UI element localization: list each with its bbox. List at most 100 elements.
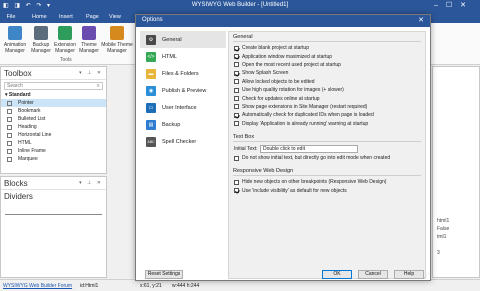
toolbox-item-horizontal-line[interactable]: Horizontal Line	[1, 131, 106, 139]
toolbox-item-pointer[interactable]: Pointer	[1, 99, 106, 107]
mobile-theme-manager-button[interactable]: Mobile Theme Manager	[100, 26, 134, 54]
close-window-button[interactable]: ✕	[460, 2, 474, 9]
options-nav-label: HTML	[162, 53, 177, 60]
forum-link[interactable]: WYSIWYG Web Builder Forum	[3, 283, 72, 289]
checkbox-checked[interactable]	[234, 45, 239, 51]
app-title-bar: ◧ ◨ ↶ ↷ ▾ WYSIWYG Web Builder - [Untitle…	[0, 0, 480, 12]
window-controls[interactable]: –☐✕	[434, 1, 474, 9]
resize-grip-icon[interactable]: ⋰	[424, 273, 429, 279]
checkbox-unchecked[interactable]	[234, 179, 239, 185]
option-checkbox-row[interactable]: Hide new objects on other breakpoints (R…	[229, 178, 425, 186]
textbox-options-list: Do not show initial text, but directly g…	[229, 154, 425, 162]
toolbox-header: Toolbox ▾ ⊥ ✕	[1, 67, 106, 80]
option-checkbox-row[interactable]: Display 'Application is already running'…	[229, 120, 425, 128]
tab-view[interactable]: View	[109, 14, 121, 20]
ribbon-group-tools-label: Tools	[60, 57, 72, 63]
toolbox-item-bulleted-list[interactable]: Bulleted List	[1, 115, 106, 123]
window-icon: ▭	[146, 102, 156, 113]
toolbox-item-label: Horizontal Line	[18, 132, 52, 138]
maximize-button[interactable]: ☐	[446, 2, 460, 9]
blocks-panel: Blocks ▾ ⊥ ✕ Dividers	[0, 176, 107, 278]
cancel-button[interactable]: Cancel	[358, 270, 388, 279]
theme-icon	[82, 26, 96, 40]
checkbox-unchecked[interactable]	[234, 96, 239, 102]
extension-manager-button[interactable]: Extension Manager	[52, 26, 78, 54]
toolbox-search-input[interactable]: Search ⌕	[4, 82, 103, 90]
tab-insert[interactable]: Insert	[59, 14, 73, 20]
checkbox-unchecked[interactable]	[234, 155, 239, 161]
html-icon	[7, 140, 12, 146]
theme-manager-button[interactable]: Theme Manager	[76, 26, 102, 54]
option-label: Application window maximized at startup	[242, 53, 333, 60]
checkbox-unchecked[interactable]	[234, 79, 239, 85]
option-label: Show page extensions in Site Manager (re…	[242, 103, 368, 110]
initial-text-input[interactable]: Double click to edit	[260, 144, 358, 153]
option-checkbox-row[interactable]: Check for updates online at startup	[229, 94, 425, 102]
animation-manager-label: Animation Manager	[3, 42, 27, 54]
toolbox-item-label: Bookmark	[18, 108, 41, 114]
general-options-list: Create blank project at startup Applicati…	[229, 44, 425, 128]
checkbox-checked[interactable]	[234, 112, 239, 118]
toolbox-item-label: Inline Frame	[18, 148, 46, 154]
option-label: Allow locked objects to be edited	[242, 78, 315, 85]
options-nav-general[interactable]: ⚙ General	[140, 31, 226, 48]
checkbox-unchecked[interactable]	[234, 87, 239, 93]
property-value[interactable]: 3	[433, 249, 479, 257]
reset-settings-button[interactable]: Reset Settings	[145, 270, 183, 279]
section-general-label: General	[233, 34, 253, 40]
toolbox-category-standard[interactable]: ▾ Standard	[1, 92, 106, 99]
toolbox-item-heading[interactable]: Heading	[1, 123, 106, 131]
options-nav-backup[interactable]: ▤ Backup	[140, 116, 226, 133]
option-checkbox-row[interactable]: Allow locked objects to be edited	[229, 78, 425, 86]
option-checkbox-row[interactable]: Do not show initial text, but directly g…	[229, 154, 425, 162]
options-nav-spell-checker[interactable]: ABC Spell Checker	[140, 133, 226, 150]
option-checkbox-row[interactable]: Show page extensions in Site Manager (re…	[229, 103, 425, 111]
option-checkbox-row[interactable]: Application window maximized at startup	[229, 52, 425, 60]
checkbox-unchecked[interactable]	[234, 62, 239, 68]
blocks-title: Blocks	[4, 179, 28, 188]
ok-button[interactable]: OK	[322, 270, 352, 279]
close-icon[interactable]: ✕	[418, 16, 424, 24]
option-checkbox-row[interactable]: Automatically check for duplicated IDs w…	[229, 111, 425, 119]
option-label: Open the most recent used project at sta…	[242, 61, 341, 68]
toolbox-item-marquee[interactable]: Marquee	[1, 155, 106, 163]
minimize-button[interactable]: –	[434, 2, 446, 9]
property-value[interactable]: html1	[433, 217, 479, 225]
toolbox-search-placeholder: Search	[7, 83, 23, 89]
option-checkbox-row[interactable]: Open the most recent used project at sta…	[229, 61, 425, 69]
checkbox-checked[interactable]	[234, 188, 239, 194]
options-nav-files-folders[interactable]: ▬ Files & Folders	[140, 65, 226, 82]
tab-file[interactable]: File	[0, 12, 22, 23]
options-category-list: ⚙ General </> HTML ▬ Files & Folders ◉ P…	[140, 31, 226, 281]
tab-page[interactable]: Page	[86, 14, 99, 20]
toolbox-item-inline-frame[interactable]: Inline Frame	[1, 147, 106, 155]
options-nav-user-interface[interactable]: ▭ User Interface	[140, 99, 226, 116]
option-checkbox-row[interactable]: Show Splash Screen	[229, 69, 425, 77]
option-checkbox-row[interactable]: Create blank project at startup	[229, 44, 425, 52]
property-value[interactable]: False	[433, 225, 479, 233]
checkbox-checked[interactable]	[234, 70, 239, 76]
tab-home[interactable]: Home	[32, 14, 47, 20]
horizontal-line-icon	[7, 132, 12, 138]
panel-buttons[interactable]: ▾ ⊥ ✕	[79, 70, 103, 76]
checkbox-unchecked[interactable]	[234, 121, 239, 127]
toolbox-item-bookmark[interactable]: Bookmark	[1, 107, 106, 115]
option-checkbox-row[interactable]: Use 'include visibility' as default for …	[229, 187, 425, 195]
properties-panel: html1 False tml1 3	[432, 66, 480, 278]
toolbox-item-html[interactable]: HTML	[1, 139, 106, 147]
property-value[interactable]	[433, 241, 479, 249]
options-nav-publish-preview[interactable]: ◉ Publish & Preview	[140, 82, 226, 99]
pointer-icon	[7, 100, 12, 106]
option-checkbox-row[interactable]: Use high quality rotation for images (+ …	[229, 86, 425, 94]
backup-manager-button[interactable]: Backup Manager	[28, 26, 54, 54]
checkbox-checked[interactable]	[234, 54, 239, 60]
options-nav-html[interactable]: </> HTML	[140, 48, 226, 65]
toolbox-item-label: HTML	[18, 140, 32, 146]
help-button[interactable]: Help	[394, 270, 424, 279]
divider-block[interactable]	[5, 209, 102, 215]
option-label: Automatically check for duplicated IDs w…	[242, 112, 374, 119]
panel-buttons[interactable]: ▾ ⊥ ✕	[79, 180, 103, 186]
property-value[interactable]: tml1	[433, 233, 479, 241]
checkbox-unchecked[interactable]	[234, 104, 239, 110]
animation-manager-button[interactable]: Animation Manager	[2, 26, 28, 54]
